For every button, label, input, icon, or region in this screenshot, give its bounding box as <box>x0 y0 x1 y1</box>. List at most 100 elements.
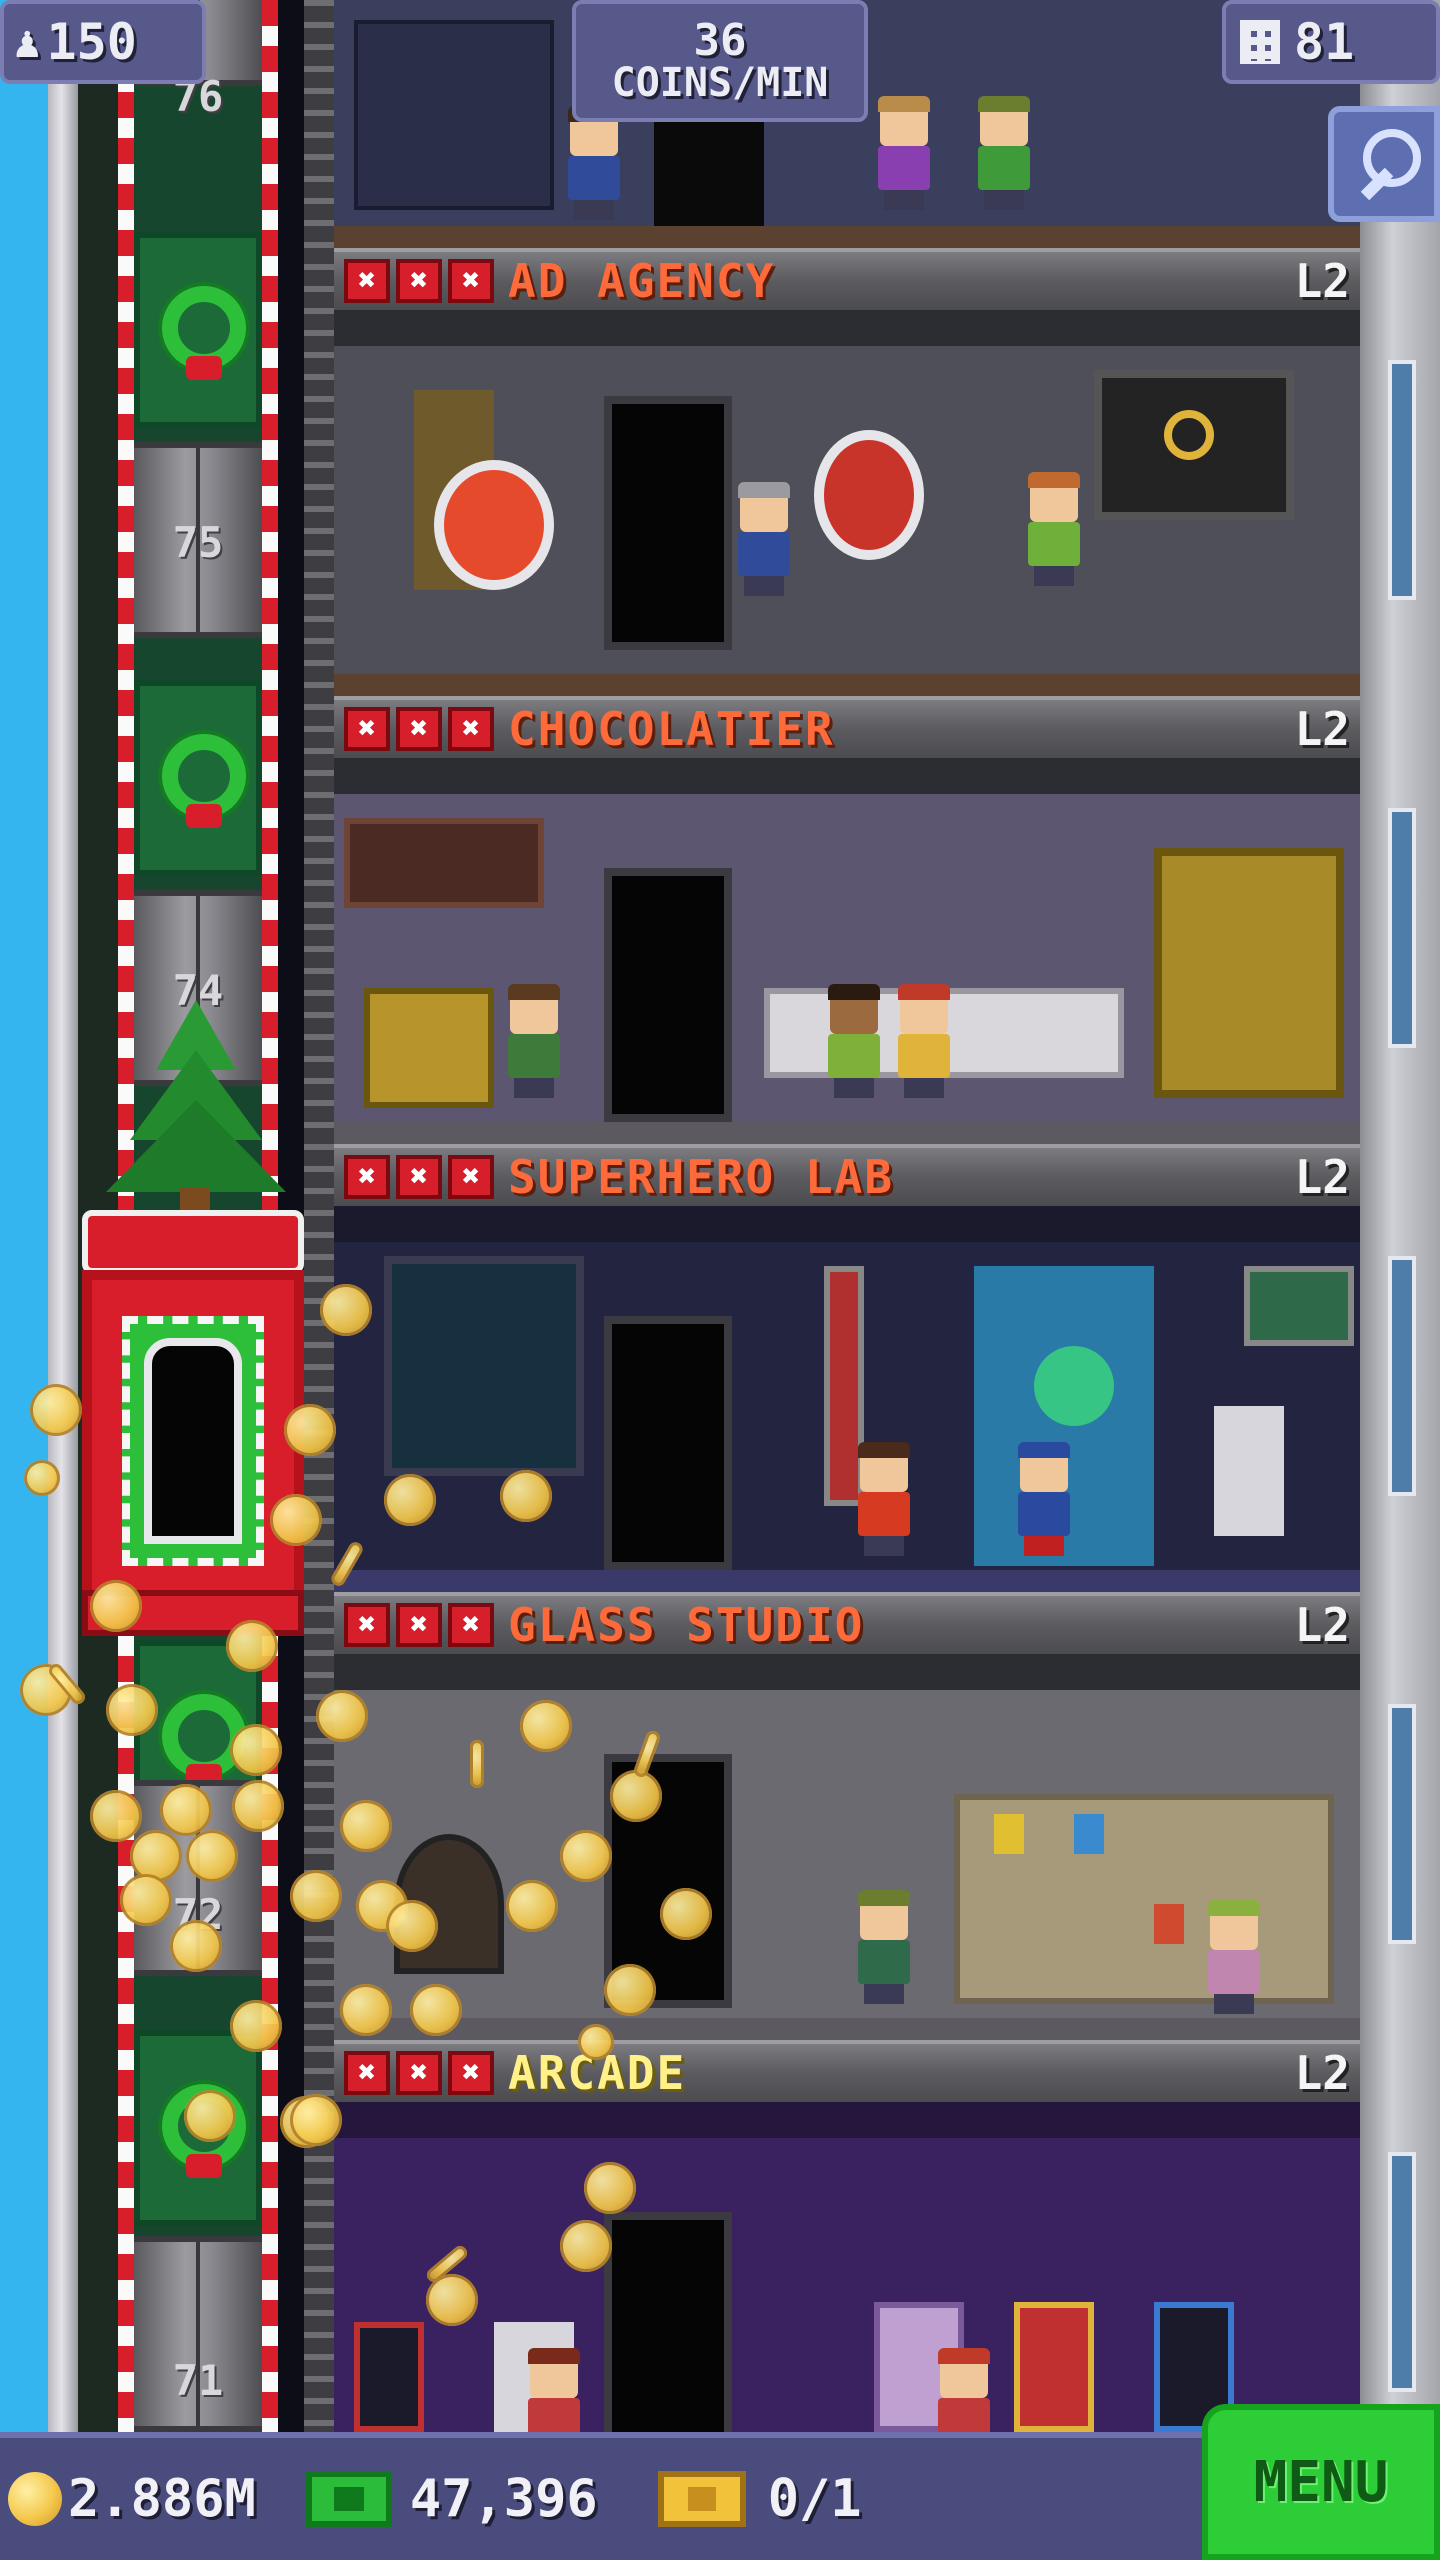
floor-room[interactable] <box>334 1654 1360 2040</box>
coin-icon[interactable] <box>30 1384 82 1436</box>
floor-name: CHOCOLATIER <box>508 702 835 756</box>
coin-icon[interactable] <box>584 2162 636 2214</box>
tree-trunk <box>180 1188 210 1210</box>
chocolate-tank <box>1154 848 1344 1098</box>
resident[interactable] <box>974 96 1034 210</box>
coin-icon[interactable] <box>270 1494 322 1546</box>
floor-room[interactable] <box>334 310 1360 696</box>
floor-chocolatier[interactable]: ✖ ✖ ✖ CHOCOLATIER L2 <box>334 696 1360 1144</box>
coin-icon[interactable] <box>120 1874 172 1926</box>
resident[interactable] <box>504 984 564 1098</box>
floor-level: L2 <box>1294 254 1350 308</box>
floor-superhero-lab[interactable]: ✖ ✖ ✖ SUPERHERO LAB L2 <box>334 1144 1360 1592</box>
menu-button[interactable]: MENU <box>1202 2404 1440 2560</box>
resident[interactable] <box>824 984 884 1098</box>
resident[interactable] <box>894 984 954 1098</box>
coin-icon <box>8 2472 62 2526</box>
glass-vase <box>994 1814 1024 1854</box>
arcade-cabinet <box>354 2322 424 2432</box>
coin-icon[interactable] <box>106 1684 158 1736</box>
zoom-button[interactable] <box>1328 106 1440 222</box>
floor-ad-agency[interactable]: ✖ ✖ ✖ AD AGENCY L2 <box>334 248 1360 696</box>
floor-level: L2 <box>1294 1150 1350 1204</box>
bux-balance[interactable]: 47,396 <box>256 2469 598 2529</box>
resident[interactable] <box>1024 472 1084 586</box>
coin-icon[interactable] <box>470 1740 484 1788</box>
floor-count-value: 81 <box>1294 13 1355 71</box>
resident[interactable] <box>874 96 934 210</box>
coin-icon[interactable] <box>170 1920 222 1972</box>
coin-icon[interactable] <box>520 1700 572 1752</box>
floor-glass-studio[interactable]: ✖ ✖ ✖ GLASS STUDIO L2 <box>334 1592 1360 2040</box>
coin-icon[interactable] <box>186 1830 238 1882</box>
floor-header[interactable]: ✖ ✖ ✖ ARCADE L2 <box>334 2040 1360 2102</box>
ceiling <box>334 2102 1360 2138</box>
coin-icon[interactable] <box>226 1620 278 1672</box>
coin-icon[interactable] <box>230 1724 282 1776</box>
coin-icon[interactable] <box>500 1470 552 1522</box>
population-counter[interactable]: ♟ 150 <box>0 0 206 84</box>
glass-vase <box>1074 1814 1104 1854</box>
sky <box>0 0 48 2432</box>
ticket-value: 0/1 <box>767 2469 862 2529</box>
floor-header[interactable]: ✖ ✖ ✖ GLASS STUDIO L2 <box>334 1592 1360 1654</box>
resident[interactable] <box>1014 1442 1074 1556</box>
coin-icon[interactable] <box>90 1580 142 1632</box>
coin-icon[interactable] <box>560 1830 612 1882</box>
coin-icon[interactable] <box>24 1460 60 1496</box>
resident[interactable] <box>854 1890 914 2004</box>
coin-icon[interactable] <box>160 1784 212 1836</box>
elevator-door-frame <box>122 1316 264 1566</box>
shaft-floor-75[interactable]: 75 <box>134 442 262 638</box>
floor-counter[interactable]: 81 <box>1222 0 1440 84</box>
coin-icon[interactable] <box>384 1474 436 1526</box>
coin-icon[interactable] <box>90 1790 142 1842</box>
floor-header[interactable]: ✖ ✖ ✖ CHOCOLATIER L2 <box>334 696 1360 758</box>
bux-value: 47,396 <box>409 2469 598 2529</box>
coin-icon[interactable] <box>410 1984 462 2036</box>
ceiling <box>334 758 1360 794</box>
floor-level: L2 <box>1294 702 1350 756</box>
resident[interactable] <box>734 482 794 596</box>
coin-icon[interactable] <box>230 2000 282 2052</box>
floor-header[interactable]: ✖ ✖ ✖ AD AGENCY L2 <box>334 248 1360 310</box>
star-icon: ✖ <box>448 1155 494 1199</box>
coin-icon[interactable] <box>386 1900 438 1952</box>
ceiling <box>334 1206 1360 1242</box>
star-icon: ✖ <box>344 2051 390 2095</box>
coin-icon[interactable] <box>604 1964 656 2016</box>
coin-icon[interactable] <box>316 1690 368 1742</box>
floor-header[interactable]: ✖ ✖ ✖ SUPERHERO LAB L2 <box>334 1144 1360 1206</box>
hero-poster <box>384 1256 584 1476</box>
coin-icon[interactable] <box>340 1984 392 2036</box>
coin-icon[interactable] <box>578 2024 614 2060</box>
coin-icon[interactable] <box>610 1770 662 1822</box>
doorway <box>604 868 732 1122</box>
arcade-cabinet <box>1014 2302 1094 2432</box>
coin-icon[interactable] <box>284 1404 336 1456</box>
coin-icon[interactable] <box>340 1800 392 1852</box>
floors-list: ✖ ✖ ✖ AD AGENCY L2 ✖ ✖ ✖ CHOCOLATIER L2 … <box>334 0 1360 2488</box>
shaft-floor-71[interactable]: 71 <box>134 2236 262 2432</box>
floor-room[interactable] <box>334 1206 1360 1592</box>
coin-icon[interactable] <box>560 2220 612 2272</box>
star-rating: ✖ ✖ ✖ <box>344 1603 494 1647</box>
coins-balance[interactable]: 2.886M <box>0 2469 256 2529</box>
floor-room[interactable] <box>334 758 1360 1144</box>
coin-icon[interactable] <box>184 2090 236 2142</box>
resident[interactable] <box>1204 1900 1264 2014</box>
star-rating: ✖ ✖ ✖ <box>344 259 494 303</box>
resident[interactable] <box>854 1442 914 1556</box>
star-icon: ✖ <box>396 1603 442 1647</box>
floor-level: L2 <box>1294 1598 1350 1652</box>
ticket-balance[interactable]: 0/1 <box>598 2469 862 2529</box>
coins-per-minute[interactable]: 36 COINS/MIN <box>572 0 868 122</box>
coin-icon[interactable] <box>232 1780 284 1832</box>
coin-icon[interactable] <box>506 1880 558 1932</box>
coin-icon[interactable] <box>290 1870 342 1922</box>
resident[interactable] <box>564 106 624 220</box>
coin-icon[interactable] <box>320 1284 372 1336</box>
coin-icon[interactable] <box>290 2094 342 2146</box>
doorway <box>604 2212 732 2466</box>
coin-icon[interactable] <box>660 1888 712 1940</box>
